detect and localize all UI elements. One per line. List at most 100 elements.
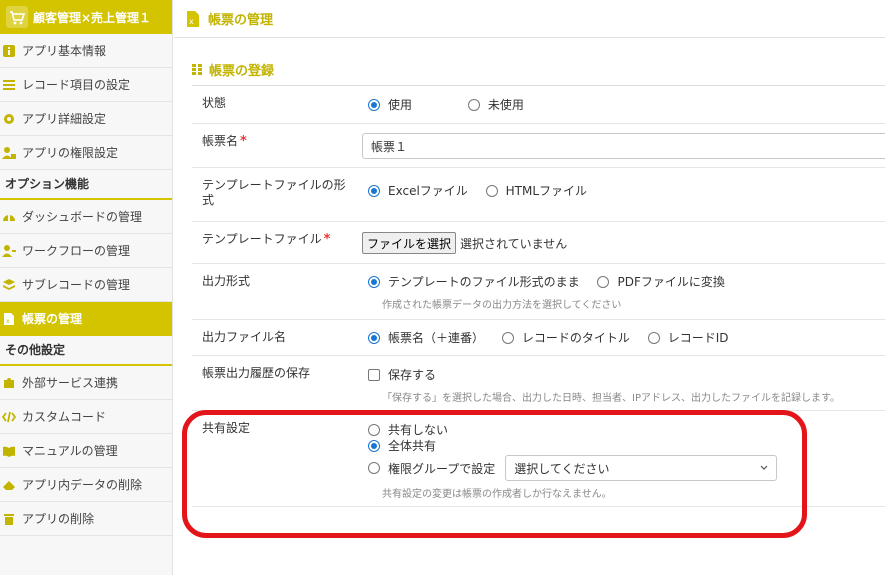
form-row-sharing: 共有設定 共有しない 全体共有 権限グループで設定 選択してください 共有設定の… <box>192 411 885 507</box>
required-mark: * <box>240 134 247 149</box>
radio-circle[interactable] <box>368 331 380 344</box>
output-filename-option-record-title[interactable]: レコードのタイトル <box>501 329 630 346</box>
sharing-option-all[interactable]: 全体共有 <box>368 437 436 454</box>
sidebar-item-subrecord[interactable]: サブレコードの管理 <box>0 268 172 302</box>
sharing-label: 共有設定 <box>202 421 251 435</box>
radio-label: PDFファイルに変換 <box>617 275 725 289</box>
template-file-label-text: テンプレートファイル <box>202 232 322 246</box>
sidebar-item-label: 外部サービス連携 <box>22 376 119 390</box>
sidebar-item-delete-app[interactable]: アプリの削除 <box>0 502 172 536</box>
page-title: 帳票の管理 <box>208 13 274 28</box>
radio-label: HTMLファイル <box>505 184 588 198</box>
section-title: 帳票の登録 <box>192 60 274 79</box>
main-content: x 帳票の管理 帳票の登録 状態 使用 未使用 帳票名* テンプレートファイルの… <box>174 0 885 575</box>
radio-circle[interactable] <box>485 184 498 197</box>
excel-file-icon: x <box>187 10 199 27</box>
dashboard-icon <box>3 214 15 221</box>
sharing-line: 全体共有 <box>368 437 777 454</box>
app-header[interactable]: 顧客管理×売上管理１ <box>0 0 172 34</box>
sidebar-item-workflow[interactable]: ワークフローの管理 <box>0 234 172 268</box>
cart-icon <box>6 6 28 28</box>
sidebar-item-label: マニュアルの管理 <box>22 444 118 458</box>
save-history-label: 保存する <box>388 368 437 382</box>
sidebar-item-app-detail-settings[interactable]: アプリ詳細設定 <box>0 102 172 136</box>
sidebar-item-label: アプリ基本情報 <box>22 44 107 58</box>
form-row-status: 状態 使用 未使用 <box>192 86 885 124</box>
output-filename-option-report-name[interactable]: 帳票名（＋連番） <box>368 329 484 346</box>
save-history-checkbox-row[interactable]: 保存する <box>368 366 436 383</box>
output-filename-radio-group: 帳票名（＋連番） レコードのタイトル レコードID <box>368 329 742 347</box>
sidebar-item-report-management[interactable]: x 帳票の管理 <box>0 302 172 336</box>
form-row-output-history: 帳票出力履歴の保存 保存する 「保存する」を選択した場合、出力した日時、担当者、… <box>192 356 885 411</box>
sharing-option-none[interactable]: 共有しない <box>368 421 448 438</box>
report-name-input[interactable] <box>362 133 885 159</box>
puzzle-icon <box>4 377 14 388</box>
output-filename-label: 出力ファイル名 <box>202 330 287 344</box>
output-format-option-keep[interactable]: テンプレートのファイル形式のまま <box>368 273 580 290</box>
status-option-unused[interactable]: 未使用 <box>467 96 524 113</box>
select-value: 選択してください <box>514 461 610 476</box>
user-flow-icon <box>2 244 16 257</box>
radio-circle[interactable] <box>501 331 514 344</box>
radio-circle[interactable] <box>368 439 380 452</box>
sidebar-item-external-services[interactable]: 外部サービス連携 <box>0 366 172 400</box>
info-icon <box>3 44 15 57</box>
sidebar-item-dashboard[interactable]: ダッシュボードの管理 <box>0 200 172 234</box>
form-row-output-filename: 出力ファイル名 帳票名（＋連番） レコードのタイトル レコードID <box>192 320 885 356</box>
chevron-down-icon <box>760 465 768 470</box>
sidebar-item-app-permissions[interactable]: アプリの権限設定 <box>0 136 172 170</box>
sidebar-item-manual[interactable]: マニュアルの管理 <box>0 434 172 468</box>
sidebar-item-label: アプリの権限設定 <box>22 146 119 160</box>
radio-label: 共有しない <box>388 423 449 437</box>
sidebar-item-app-basic-info[interactable]: アプリ基本情報 <box>0 34 172 68</box>
radio-circle[interactable] <box>597 275 610 288</box>
template-file-control: ファイルを選択 選択されていません <box>362 232 567 254</box>
choose-file-button[interactable]: ファイルを選択 <box>362 232 457 254</box>
sidebar-item-record-fields[interactable]: レコード項目の設定 <box>0 68 172 102</box>
eraser-icon <box>3 480 15 490</box>
sharing-option-permission-group[interactable]: 権限グループで設定 <box>368 460 495 477</box>
status-label: 状態 <box>202 96 227 110</box>
sidebar-item-custom-code[interactable]: カスタムコード <box>0 400 172 434</box>
radio-circle[interactable] <box>368 275 380 288</box>
output-filename-option-record-id[interactable]: レコードID <box>647 329 729 346</box>
radio-label: レコードのタイトル <box>521 331 630 345</box>
output-format-option-pdf[interactable]: PDFファイルに変換 <box>597 273 725 290</box>
radio-circle[interactable] <box>368 423 380 436</box>
radio-circle[interactable] <box>368 184 380 197</box>
gear-icon <box>4 113 14 124</box>
form-row-report-name: 帳票名 * <box>192 124 885 168</box>
radio-label: レコードID <box>667 331 729 345</box>
app-title: 顧客管理×売上管理１ <box>33 10 152 25</box>
trash-icon <box>4 513 14 525</box>
sidebar-item-label: カスタムコード <box>22 410 107 424</box>
radio-circle[interactable] <box>467 98 480 111</box>
sidebar-item-label: サブレコードの管理 <box>22 278 131 292</box>
required-mark: * <box>323 232 331 247</box>
user-lock-icon <box>2 146 16 159</box>
status-option-use[interactable]: 使用 <box>368 96 412 113</box>
output-format-help: 作成された帳票データの出力方法を選択してください <box>382 300 622 311</box>
report-name-label-text: 帳票名 <box>202 134 239 148</box>
output-format-radio-group: テンプレートのファイル形式のまま PDFファイルに変換 <box>368 273 739 291</box>
sharing-radio-group: 共有しない 全体共有 権限グループで設定 選択してください <box>368 421 778 481</box>
option-section-heading: オプション機能 <box>0 170 172 200</box>
template-format-option-excel[interactable]: Excelファイル <box>368 182 468 199</box>
form-row-output-format: 出力形式 テンプレートのファイル形式のまま PDFファイルに変換 作成された帳票… <box>192 264 885 320</box>
permission-group-select[interactable]: 選択してください <box>505 455 778 481</box>
page-header: x 帳票の管理 <box>174 0 885 38</box>
list-icon <box>3 79 15 90</box>
status-radio-group: 使用 未使用 <box>368 96 538 114</box>
report-name-label: 帳票名 * <box>202 134 357 149</box>
radio-circle[interactable] <box>368 98 380 111</box>
radio-label: 未使用 <box>487 98 524 112</box>
radio-circle[interactable] <box>368 462 380 474</box>
template-format-option-html[interactable]: HTMLファイル <box>485 182 588 199</box>
radio-label: 全体共有 <box>388 439 437 453</box>
save-history-checkbox[interactable] <box>368 368 380 381</box>
sidebar-item-delete-app-data[interactable]: アプリ内データの削除 <box>0 468 172 502</box>
radio-circle[interactable] <box>647 331 660 344</box>
sidebar-item-label: アプリ詳細設定 <box>22 112 107 126</box>
radio-label: テンプレートのファイル形式のまま <box>388 275 580 289</box>
output-history-help: 「保存する」を選択した場合、出力した日時、担当者、IPアドレス、出力したファイル… <box>382 393 840 404</box>
